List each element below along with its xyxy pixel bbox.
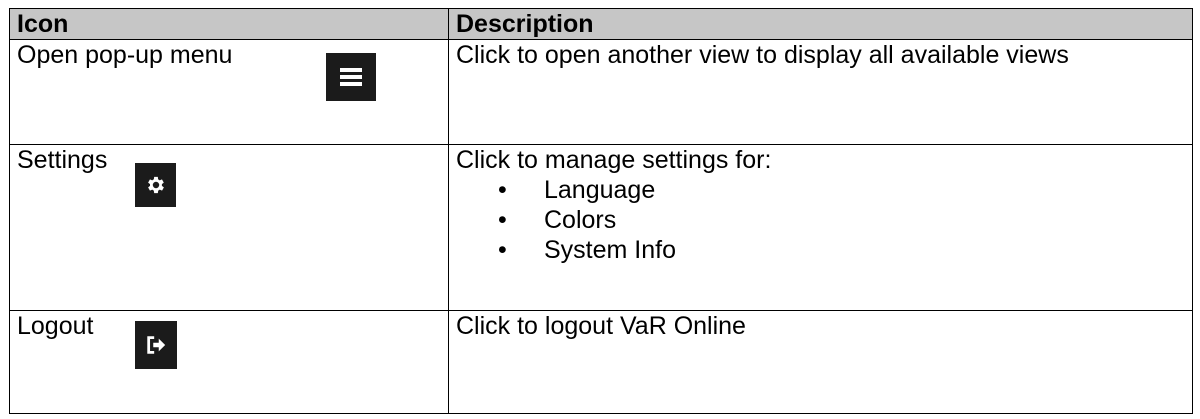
header-icon: Icon — [9, 8, 449, 40]
gear-icon[interactable] — [135, 163, 176, 207]
description-cell: Click to logout VaR Online — [448, 310, 1193, 414]
header-description: Description — [448, 8, 1193, 40]
list-item: Language — [449, 175, 1192, 205]
logout-icon[interactable] — [135, 321, 177, 369]
icon-reference-table: Icon Description Open pop-up menu Click … — [9, 8, 1193, 414]
icon-label: Logout — [17, 312, 94, 340]
icon-cell: Logout — [9, 310, 449, 414]
menu-icon[interactable] — [326, 53, 376, 101]
table-header-row: Icon Description — [9, 8, 1193, 40]
description-cell: Click to open another view to display al… — [448, 39, 1193, 145]
settings-list: Language Colors System Info — [449, 175, 1192, 265]
description-text: Click to manage settings for: — [456, 146, 772, 174]
list-item: System Info — [449, 235, 1192, 265]
table-row: Settings Click to manage settings for: L… — [9, 144, 1193, 311]
table-row: Logout Click to logout VaR Online — [9, 310, 1193, 414]
icon-cell: Settings — [9, 144, 449, 311]
icon-cell: Open pop-up menu — [9, 39, 449, 145]
list-item: Colors — [449, 205, 1192, 235]
description-cell: Click to manage settings for: Language C… — [448, 144, 1193, 311]
icon-label: Open pop-up menu — [17, 41, 233, 69]
table-row: Open pop-up menu Click to open another v… — [9, 39, 1193, 145]
icon-label: Settings — [17, 146, 108, 174]
description-text: Click to open another view to display al… — [456, 41, 1069, 69]
description-text: Click to logout VaR Online — [456, 312, 746, 340]
